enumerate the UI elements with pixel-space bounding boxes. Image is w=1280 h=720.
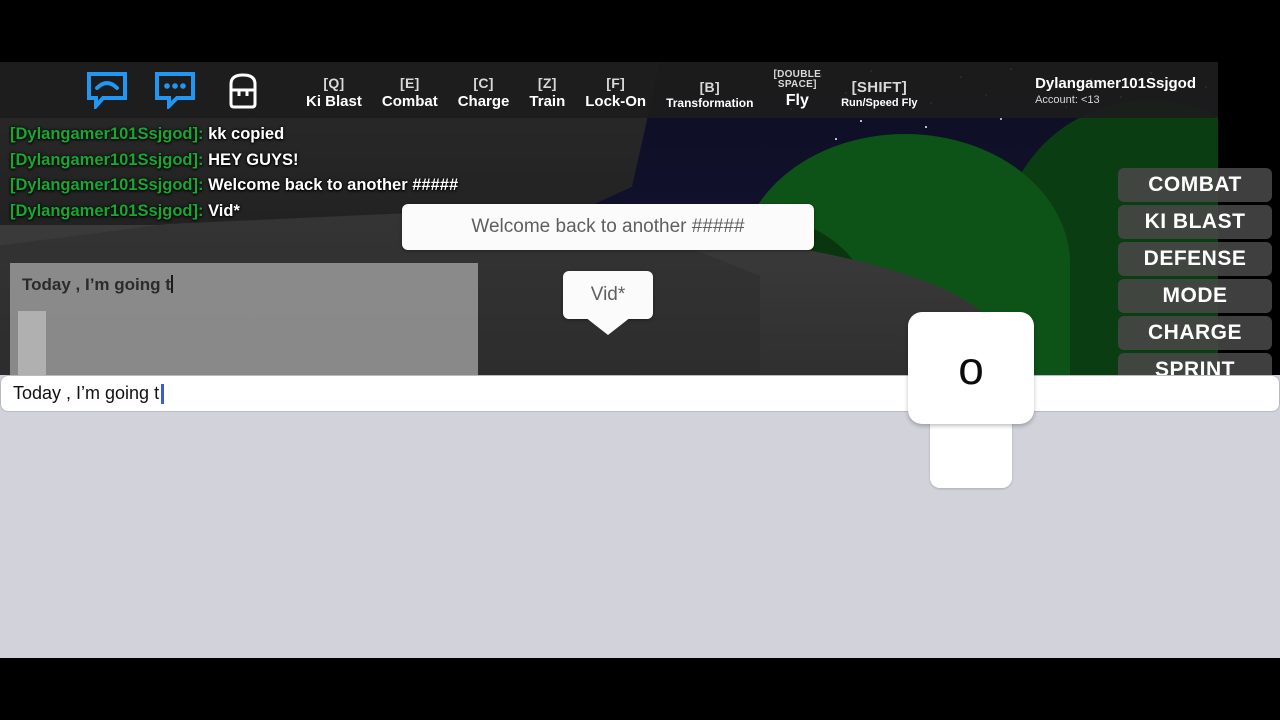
key-press-popup: o xyxy=(908,312,1034,488)
action-button-panel: COMBAT KI BLAST DEFENSE MODE CHARGE SPRI… xyxy=(1118,168,1272,390)
app-screen: [Q] Ki Blast [E] Combat [C] Charge [Z] T… xyxy=(0,0,1280,720)
keyhint-lock-on[interactable]: [F] Lock-On xyxy=(575,76,656,109)
keyhint-key: [SHIFT] xyxy=(851,78,908,96)
keyhint-fly[interactable]: [DOUBLE SPACE] Fly xyxy=(763,70,831,110)
keyhint-key: [F] xyxy=(606,75,626,92)
account-username: Dylangamer101Ssjgod xyxy=(1035,74,1196,92)
backpack-icon[interactable] xyxy=(224,68,262,112)
keyhint-label: Run/Speed Fly xyxy=(841,97,918,110)
star xyxy=(1000,118,1003,121)
chat-author: [Dylangamer101Ssjgod]: xyxy=(10,125,204,143)
letterbox-bottom xyxy=(0,658,1280,720)
keyhint-train[interactable]: [Z] Train xyxy=(519,76,575,109)
keybind-hints: [Q] Ki Blast [E] Combat [C] Charge [Z] T… xyxy=(296,70,928,110)
chat-message: [Dylangamer101Ssjgod]: kk copied xyxy=(10,122,478,148)
keyhint-label: Charge xyxy=(457,93,510,111)
keyhint-label: Train xyxy=(529,93,566,111)
chat-author: [Dylangamer101Ssjgod]: xyxy=(10,150,204,169)
action-button-defense[interactable]: DEFENSE xyxy=(1118,242,1272,276)
chat-message: [Dylangamer101Ssjgod]: HEY GUYS! xyxy=(10,148,478,174)
hud-top-bar: [Q] Ki Blast [E] Combat [C] Charge [Z] T… xyxy=(0,62,1218,118)
chat-scrollbar-thumb[interactable] xyxy=(18,311,46,375)
chat-log: [Dylangamer101Ssjgod]: kk copied [Dylang… xyxy=(0,118,478,224)
keyhint-key: [E] xyxy=(400,75,420,92)
keyhint-label: Lock-On xyxy=(585,93,647,111)
chat-message: [Dylangamer101Ssjgod]: Welcome back to a… xyxy=(10,173,478,199)
text-input-field[interactable]: Today , I’m going t xyxy=(0,375,1280,412)
menu-icon[interactable] xyxy=(14,75,60,105)
star xyxy=(835,138,837,140)
keyhint-key: [Q] xyxy=(323,75,345,92)
action-button-charge[interactable]: CHARGE xyxy=(1118,316,1272,350)
overhead-chat-bubble-short: Vid* xyxy=(563,271,653,335)
keyhint-key: [B] xyxy=(699,78,720,95)
bubble-text: Welcome back to another ##### xyxy=(471,216,745,237)
chat-bubble-icon[interactable] xyxy=(86,71,128,109)
keyhint-charge[interactable]: [C] Charge xyxy=(448,76,520,109)
action-button-ki-blast[interactable]: KI BLAST xyxy=(1118,205,1272,239)
keyhint-label: Transformation xyxy=(666,96,754,111)
account-info[interactable]: Dylangamer101Ssjgod Account: <13 xyxy=(1035,75,1196,106)
letterbox-top xyxy=(0,0,1280,62)
keyhint-key-line2: SPACE] xyxy=(777,79,817,91)
keyhint-label: Fly xyxy=(785,92,809,110)
game-chat-input-text: Today , I’m going t xyxy=(22,275,173,295)
keyhint-combat[interactable]: [E] Combat xyxy=(372,76,448,109)
action-button-mode[interactable]: MODE xyxy=(1118,279,1272,313)
keyhint-label: Ki Blast xyxy=(306,93,362,111)
keyhint-key: [Z] xyxy=(537,75,557,92)
chat-text: kk copied xyxy=(208,125,285,143)
text-cursor xyxy=(161,383,165,404)
keyboard-container: qwertyuiop asdfghjkl z x c v b n m xyxy=(0,375,1280,658)
keyhint-transformation[interactable]: [B] Transformation xyxy=(656,78,763,111)
keyhint-label: Combat xyxy=(381,93,438,111)
text-caret xyxy=(170,275,173,293)
game-chat-input-value: Today , I’m going t xyxy=(22,275,171,294)
chat-message: [Dylangamer101Ssjgod]: Vid* xyxy=(10,199,478,225)
chat-author: [Dylangamer101Ssjgod]: xyxy=(10,176,204,194)
star xyxy=(925,126,927,128)
chat-author: [Dylangamer101Ssjgod]: xyxy=(10,201,204,220)
chat-text: HEY GUYS! xyxy=(208,150,299,169)
bubble-tail xyxy=(585,317,631,335)
bubble-text: Vid* xyxy=(590,284,626,305)
keyhint-run-speed-fly[interactable]: [SHIFT] Run/Speed Fly xyxy=(831,78,927,110)
action-button-combat[interactable]: COMBAT xyxy=(1118,168,1272,202)
star xyxy=(860,120,862,122)
keyhint-key: [C] xyxy=(473,75,494,92)
chat-dots-icon[interactable] xyxy=(154,71,196,109)
game-chat-input-box[interactable]: Today , I’m going t xyxy=(10,263,478,375)
text-input-value: Today , I’m going t xyxy=(13,383,160,403)
key-popup-label: o xyxy=(908,312,1034,424)
account-age-label: Account: <13 xyxy=(1035,93,1100,106)
keyhint-ki-blast[interactable]: [Q] Ki Blast xyxy=(296,76,372,109)
chat-text: Vid* xyxy=(208,201,240,220)
chat-text: Welcome back to another ##### xyxy=(208,176,459,194)
